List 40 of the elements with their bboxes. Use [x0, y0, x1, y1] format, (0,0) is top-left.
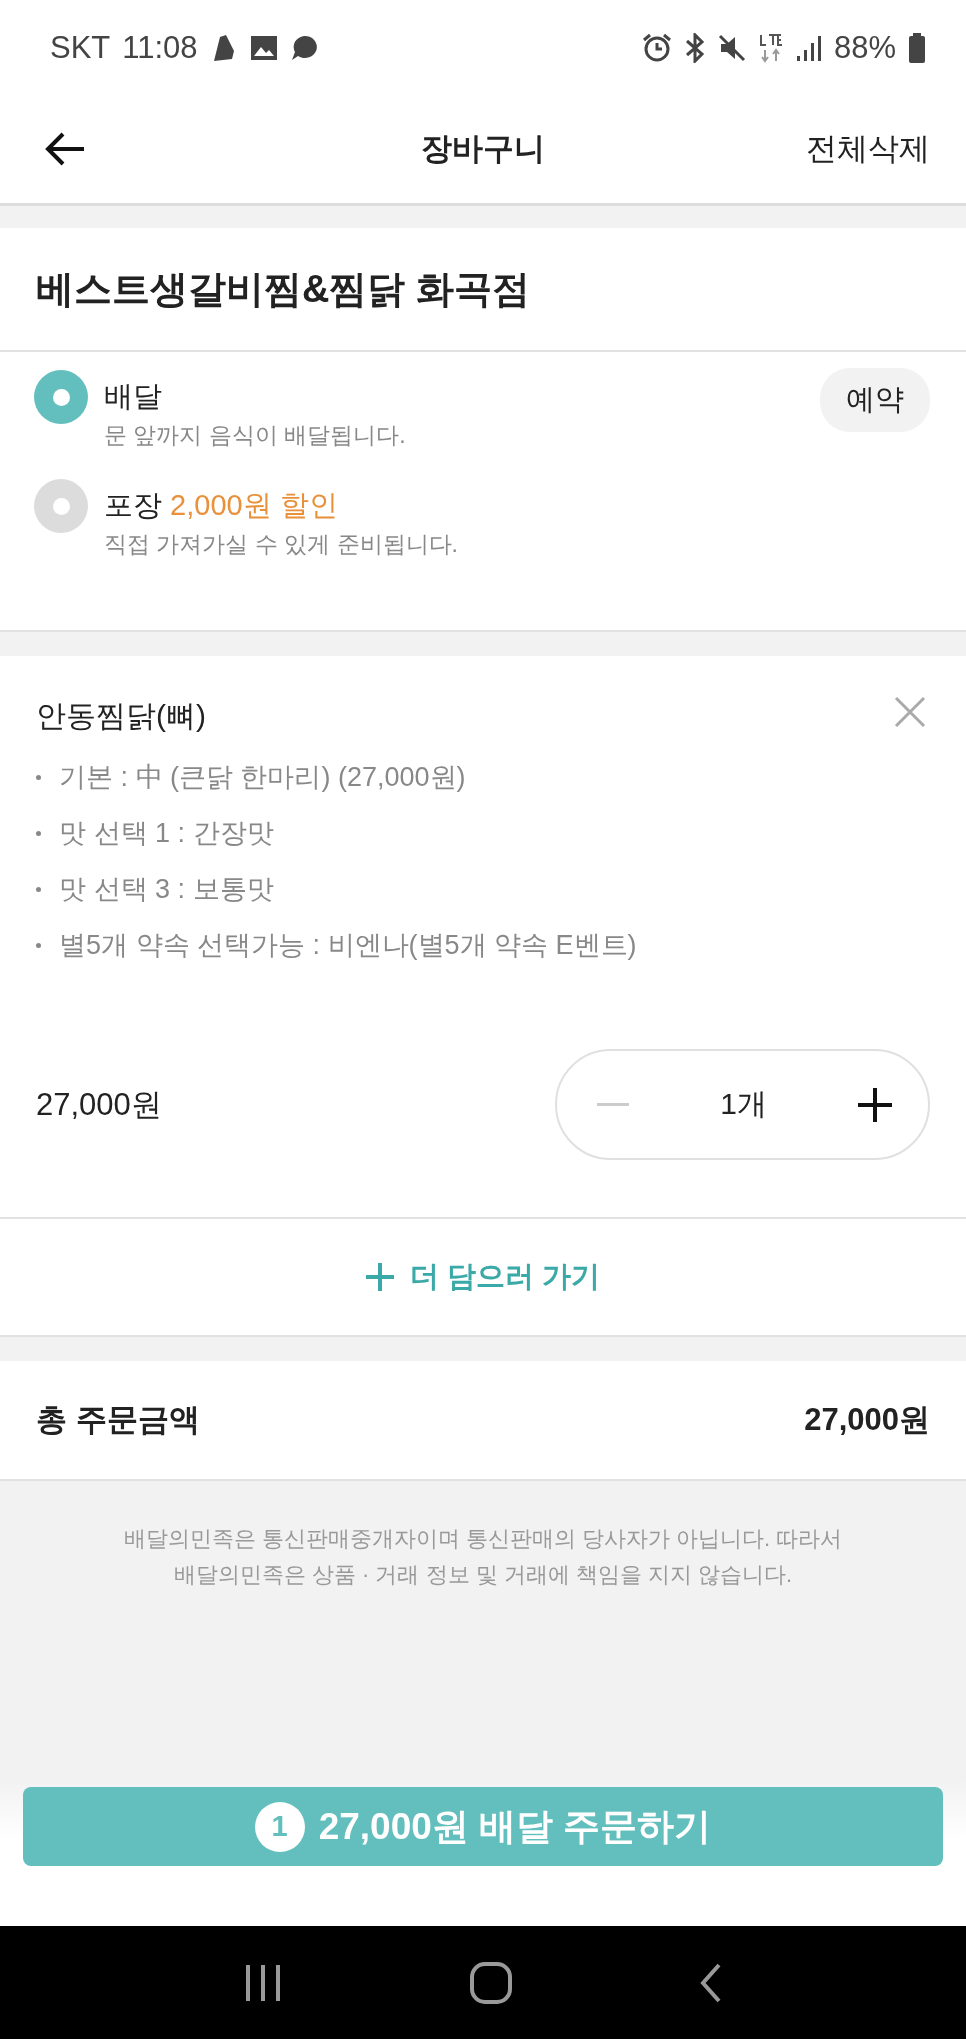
- option-text: 맛 선택 3 : 보통맛: [36, 871, 274, 907]
- signal-icon: [795, 33, 822, 62]
- bullet-icon: [36, 774, 41, 780]
- disclaimer-text: 배달의민족은 통신판매중개자이며 통신판매의 당사자가 아닙니다. 따라서 배달의민족은 상품 · 거래 정보 및 거래에 책임을 지지 않습니다.: [123, 1525, 843, 1589]
- reserve-button[interactable]: 예약: [820, 368, 930, 432]
- option-text: 별5개 약속 선택가능 : 비엔나(별5개 약속 E벤트): [36, 927, 637, 963]
- option-text: 맛 선택 1 : 간장맛: [36, 815, 274, 851]
- bluetooth-icon: [683, 32, 706, 63]
- mute-icon: [717, 32, 746, 63]
- chat-bubble-icon: [289, 34, 318, 61]
- radio-button[interactable]: [34, 370, 88, 424]
- bullet-icon: [36, 830, 41, 836]
- order-type-description: 직접 가져가실 수 있게 준비됩니다.: [104, 530, 458, 559]
- order-type-description: 문 앞까지 음식이 배달됩니다.: [104, 421, 406, 450]
- quantity-value: 1개: [720, 1086, 767, 1122]
- home-icon[interactable]: [470, 1961, 512, 2004]
- lte-icon: [757, 32, 784, 63]
- back-icon[interactable]: [698, 1962, 723, 2003]
- battery-icon: [908, 32, 926, 63]
- total-amount: 27,000원: [804, 1401, 930, 1439]
- image-icon: [249, 34, 278, 61]
- radio-button[interactable]: [34, 479, 88, 533]
- back-arrow-icon[interactable]: [44, 131, 86, 167]
- plus-icon[interactable]: [858, 1087, 892, 1122]
- clock: 11:08: [122, 29, 198, 66]
- option-text: 기본 : 中 (큰닭 한마리) (27,000원): [36, 759, 466, 795]
- store-name: 베스트생갈비찜&찜닭 화곡점: [36, 266, 530, 312]
- alarm-icon: [641, 32, 672, 63]
- page-title: 장바구니: [421, 131, 545, 166]
- plus-icon: [365, 1263, 394, 1291]
- delete-all-link[interactable]: 전체삭제: [806, 128, 930, 170]
- order-type-label: 배달: [104, 379, 163, 414]
- menu-item-name: 안동찜닭(뼈): [36, 698, 206, 734]
- bullet-icon: [36, 886, 41, 892]
- order-type-label: 포장 2,000원 할인: [104, 488, 339, 523]
- total-label: 총 주문금액: [36, 1401, 200, 1439]
- item-price: 27,000원: [36, 1085, 162, 1124]
- carrier: SKT: [50, 29, 111, 66]
- bullet-icon: [36, 942, 41, 948]
- battery-level: 88%: [833, 29, 896, 66]
